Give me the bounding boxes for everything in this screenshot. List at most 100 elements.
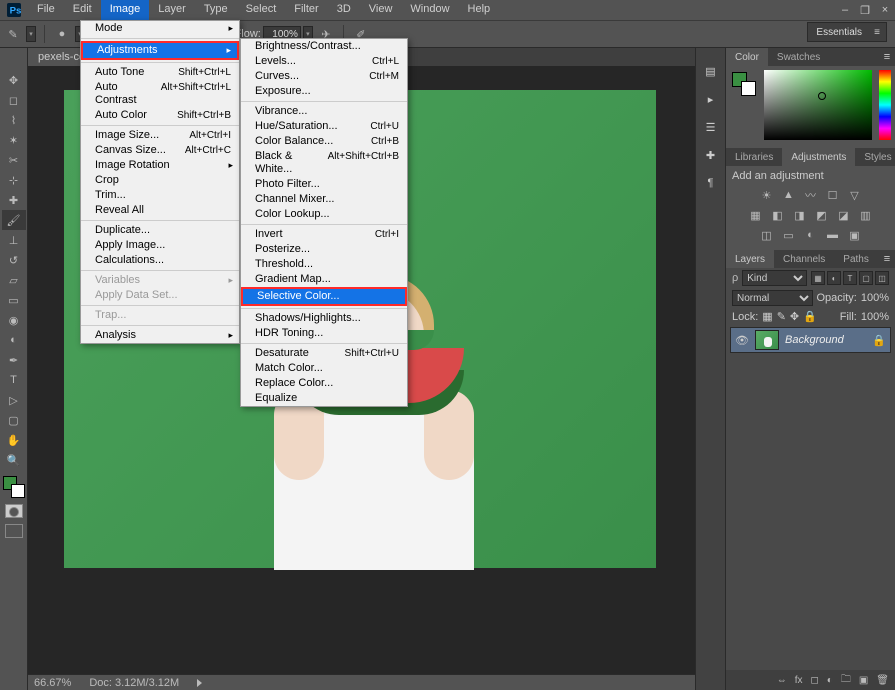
mi-auto-tone[interactable]: Auto ToneShift+Ctrl+L (81, 65, 239, 80)
hand-tool[interactable]: ✋ (2, 430, 26, 450)
mi-mode[interactable]: Mode (81, 21, 239, 36)
eyedropper-tool[interactable]: ⊹ (2, 170, 26, 190)
zoom-value[interactable]: 66.67% (34, 677, 71, 689)
adj-gradmap-icon[interactable]: ▬ (825, 228, 841, 242)
layer-thumbnail[interactable] (755, 330, 779, 350)
adj-balance-icon[interactable]: ◧ (770, 208, 786, 222)
mi-calculations[interactable]: Calculations... (81, 253, 239, 268)
menu-filter[interactable]: Filter (285, 0, 327, 20)
blend-mode[interactable]: Normal (732, 290, 813, 306)
adj-layer-icon[interactable]: ◐ (827, 675, 833, 686)
mi-color-balance[interactable]: Color Balance...Ctrl+B (241, 134, 407, 149)
quick-mask-toggle[interactable] (5, 504, 23, 518)
lock-pos-icon[interactable]: ✥ (790, 310, 799, 323)
color-field[interactable] (764, 70, 872, 140)
layer-filter-kind[interactable]: Kind (742, 270, 807, 286)
mi-posterize[interactable]: Posterize... (241, 242, 407, 257)
fill-val[interactable]: 100% (861, 311, 889, 323)
marquee-tool[interactable]: ◻ (2, 90, 26, 110)
menu-select[interactable]: Select (237, 0, 286, 20)
layer-row[interactable]: 👁 Background 🔒 (730, 327, 891, 353)
mi-replace-color[interactable]: Replace Color... (241, 376, 407, 391)
actions-panel-icon[interactable]: ▸ (702, 90, 720, 108)
panel-swatch[interactable] (732, 72, 756, 96)
mi-threshold[interactable]: Threshold... (241, 257, 407, 272)
lasso-tool[interactable]: ⌇ (2, 110, 26, 130)
stamp-tool[interactable]: ⊥ (2, 230, 26, 250)
mi-levels[interactable]: Levels...Ctrl+L (241, 54, 407, 69)
panel-menu-icon[interactable]: ≡ (879, 48, 895, 66)
zoom-tool[interactable]: 🔍 (2, 450, 26, 470)
filter-type-icon[interactable]: T (843, 271, 857, 285)
adj-curves-icon[interactable]: 〰 (803, 188, 819, 202)
lock-pixel-icon[interactable]: ✎ (777, 310, 786, 323)
mi-exposure[interactable]: Exposure... (241, 84, 407, 99)
tool-preset-dropdown[interactable]: ▾ (26, 26, 36, 42)
menu-view[interactable]: View (360, 0, 402, 20)
mi-canvas-size[interactable]: Canvas Size...Alt+Ctrl+C (81, 143, 239, 158)
menu-layer[interactable]: Layer (149, 0, 195, 20)
adj-selective-icon[interactable]: ▣ (847, 228, 863, 242)
properties-panel-icon[interactable]: ☰ (702, 118, 720, 136)
group-icon[interactable]: 🗀 (841, 672, 851, 689)
mi-black-white[interactable]: Black & White...Alt+Shift+Ctrl+B (241, 149, 407, 177)
lock-all-icon[interactable]: 🔒 (803, 310, 817, 323)
adj-brightness-icon[interactable]: ☀ (759, 188, 775, 202)
filter-pixel-icon[interactable]: ▦ (811, 271, 825, 285)
layers-tab[interactable]: Layers (726, 250, 774, 268)
gradient-tool[interactable]: ▭ (2, 290, 26, 310)
brush-tool[interactable]: 🖌 (2, 210, 26, 230)
mi-gradient-map[interactable]: Gradient Map... (241, 272, 407, 287)
filter-smart-icon[interactable]: ◫ (875, 271, 889, 285)
mi-equalize[interactable]: Equalize (241, 391, 407, 406)
color-swatch[interactable] (3, 476, 25, 498)
adj-exposure-icon[interactable]: ☐ (825, 188, 841, 202)
hue-slider[interactable] (879, 70, 891, 140)
history-brush-tool[interactable]: ↺ (2, 250, 26, 270)
quick-select-tool[interactable]: ✶ (2, 130, 26, 150)
shape-tool[interactable]: ▢ (2, 410, 26, 430)
mi-reveal-all[interactable]: Reveal All (81, 203, 239, 218)
styles-tab[interactable]: Styles (855, 148, 895, 166)
move-tool[interactable]: ✥ (2, 70, 26, 90)
dodge-tool[interactable]: ◐ (2, 330, 26, 350)
eraser-tool[interactable]: ▱ (2, 270, 26, 290)
blur-tool[interactable]: ◉ (2, 310, 26, 330)
channels-tab[interactable]: Channels (774, 250, 834, 268)
filter-adj-icon[interactable]: ◐ (827, 271, 841, 285)
mi-desaturate[interactable]: DesaturateShift+Ctrl+U (241, 346, 407, 361)
workspace-switcher[interactable]: Essentials (807, 22, 887, 42)
adj-invert-icon[interactable]: ◫ (759, 228, 775, 242)
window-minimize[interactable]: – (835, 0, 855, 20)
adj-posterize-icon[interactable]: ▭ (781, 228, 797, 242)
mi-curves[interactable]: Curves...Ctrl+M (241, 69, 407, 84)
mi-auto-contrast[interactable]: Auto ContrastAlt+Shift+Ctrl+L (81, 80, 239, 108)
adj-vibrance-icon[interactable]: ▽ (847, 188, 863, 202)
mi-hue-saturation[interactable]: Hue/Saturation...Ctrl+U (241, 119, 407, 134)
adj-photo-filter-icon[interactable]: ◩ (814, 208, 830, 222)
mi-match-color[interactable]: Match Color... (241, 361, 407, 376)
layer-name[interactable]: Background (785, 334, 844, 346)
mi-image-size[interactable]: Image Size...Alt+Ctrl+I (81, 128, 239, 143)
opacity-val[interactable]: 100% (861, 292, 889, 304)
character-panel-icon[interactable]: ¶ (702, 174, 720, 192)
status-arrow-icon[interactable] (197, 679, 202, 687)
mi-apply-image[interactable]: Apply Image... (81, 238, 239, 253)
mi-color-lookup[interactable]: Color Lookup... (241, 207, 407, 222)
history-panel-icon[interactable]: ▤ (702, 62, 720, 80)
pen-tool[interactable]: ✒ (2, 350, 26, 370)
visibility-icon[interactable]: 👁 (735, 333, 749, 347)
mi-auto-color[interactable]: Auto ColorShift+Ctrl+B (81, 108, 239, 123)
filter-shape-icon[interactable]: ▢ (859, 271, 873, 285)
link-layers-icon[interactable]: ⇔ (777, 675, 787, 686)
mi-trim[interactable]: Trim... (81, 188, 239, 203)
adj-hue-icon[interactable]: ▦ (748, 208, 764, 222)
swatches-tab[interactable]: Swatches (768, 48, 829, 66)
paths-tab[interactable]: Paths (834, 250, 878, 268)
menu-3d[interactable]: 3D (328, 0, 360, 20)
mi-vibrance[interactable]: Vibrance... (241, 104, 407, 119)
mi-duplicate[interactable]: Duplicate... (81, 223, 239, 238)
mi-hdr-toning[interactable]: HDR Toning... (241, 326, 407, 341)
menu-image[interactable]: Image (101, 0, 150, 20)
mi-selective-color[interactable]: Selective Color... (243, 289, 405, 304)
